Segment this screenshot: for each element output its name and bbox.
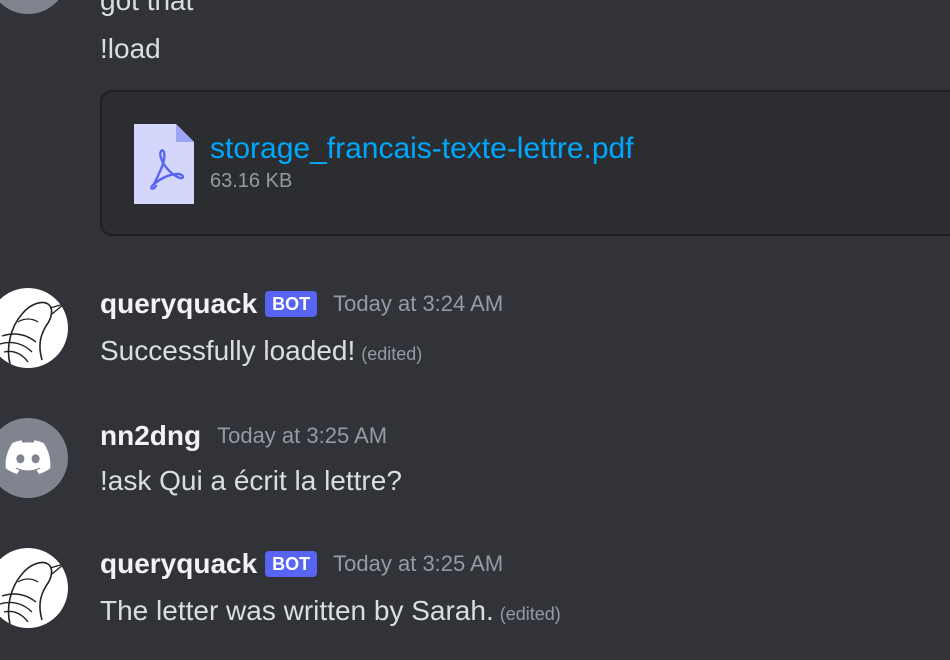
timestamp[interactable]: Today at 3:25 AM <box>217 423 387 449</box>
username[interactable]: queryquack <box>100 288 257 320</box>
bird-logo-icon <box>0 301 65 365</box>
avatar[interactable] <box>0 288 68 368</box>
message-body: Successfully loaded! <box>100 335 356 366</box>
timestamp[interactable]: Today at 3:25 AM <box>333 551 503 577</box>
file-size: 63.16 KB <box>210 170 293 192</box>
pdf-file-icon <box>134 124 194 204</box>
bot-badge: BOT <box>265 551 318 577</box>
timestamp[interactable]: Today at 3:24 AM <box>333 291 503 317</box>
edited-label: (edited) <box>499 604 561 624</box>
message-text: !load <box>100 33 161 64</box>
discord-logo-icon <box>5 440 51 474</box>
message-header: nn2dng Today at 3:25 AM <box>100 420 387 452</box>
edited-label: (edited) <box>361 344 423 364</box>
username[interactable]: nn2dng <box>100 420 201 452</box>
file-attachment: storage_francais-texte-lettre.pdf 63.16 … <box>100 90 950 236</box>
message-text: Successfully loaded! (edited) <box>100 334 422 371</box>
message-header: queryquack BOT Today at 3:24 AM <box>100 288 503 320</box>
message-text: The letter was written by Sarah. (edited) <box>100 594 561 631</box>
bot-badge: BOT <box>265 291 318 317</box>
username[interactable]: queryquack <box>100 548 257 580</box>
bird-logo-icon <box>0 561 65 625</box>
message-header: queryquack BOT Today at 3:25 AM <box>100 548 503 580</box>
avatar[interactable] <box>0 0 68 14</box>
avatar[interactable] <box>0 548 68 628</box>
message-text: got that <box>100 0 194 16</box>
message-text: !ask Qui a écrit la lettre? <box>100 465 402 496</box>
avatar[interactable] <box>0 418 68 498</box>
message-body: The letter was written by Sarah. <box>100 595 494 626</box>
file-name-link[interactable]: storage_francais-texte-lettre.pdf <box>210 132 634 166</box>
